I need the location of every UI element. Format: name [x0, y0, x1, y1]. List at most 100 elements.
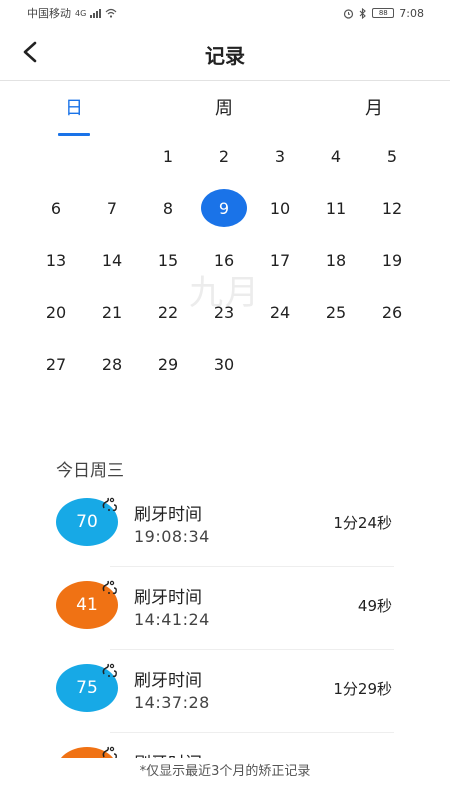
calendar-day-number: 18 [325, 250, 347, 270]
calendar-day-number: 14 [101, 250, 123, 270]
record-item[interactable]: 70 刷牙时间 19:08:34 1分24秒 [0, 484, 450, 567]
record-title: 刷牙时间 [134, 588, 202, 608]
calendar-day[interactable]: 28 [84, 338, 140, 390]
calendar-day-number: 22 [157, 302, 179, 322]
calendar-grid: 1 2 3 4 5 6 7 8 9 10 11 12 13 14 15 16 17 18 19 20 21 22 23 24 2… [28, 130, 420, 390]
calendar-day-number: 25 [325, 302, 347, 322]
tab-day-label: 日 [65, 98, 83, 119]
calendar-blank [84, 130, 140, 182]
calendar-day-number: 9 [201, 189, 247, 227]
calendar-day[interactable]: 2 [196, 130, 252, 182]
calendar-day[interactable]: 30 [196, 338, 252, 390]
clock-label: 7:08 [399, 6, 424, 20]
toothbrush-bubbles-icon [102, 497, 117, 512]
calendar-day[interactable]: 26 [364, 286, 420, 338]
calendar-day-number: 2 [218, 146, 230, 166]
calendar-day-number: 15 [157, 250, 179, 270]
alarm-icon [344, 8, 354, 19]
record-duration: 49秒 [357, 597, 392, 615]
bluetooth-icon [359, 7, 367, 19]
calendar-blank [28, 130, 84, 182]
toothbrush-bubbles-icon [102, 663, 117, 678]
status-left: 中国移动 4G [27, 5, 117, 21]
record-item[interactable]: 41 刷牙时间 14:41:24 49秒 [0, 567, 450, 650]
calendar-day[interactable]: 23 [196, 286, 252, 338]
calendar-day-number: 24 [269, 302, 291, 322]
section-title: 今日周三 [56, 461, 124, 481]
calendar-day[interactable]: 21 [84, 286, 140, 338]
calendar-day-number: 21 [101, 302, 123, 322]
status-bar: 中国移动 4G 88 7:08 [0, 0, 450, 26]
calendar-day-number: 29 [157, 354, 179, 374]
record-item[interactable]: 刷牙时间 [0, 733, 450, 758]
network-label: 4G [75, 8, 87, 18]
calendar-day-number: 5 [386, 146, 398, 166]
footnote: *仅显示最近3个月的矫正记录 [139, 764, 311, 779]
record-item[interactable]: 75 刷牙时间 14:37:28 1分29秒 [0, 650, 450, 733]
calendar-day-number: 26 [381, 302, 403, 322]
calendar-day-number: 16 [213, 250, 235, 270]
calendar-day-number: 30 [213, 354, 235, 374]
record-time: 14:37:28 [134, 693, 210, 712]
calendar-day-number: 11 [325, 198, 347, 218]
calendar-day[interactable]: 19 [364, 234, 420, 286]
calendar-day[interactable]: 5 [364, 130, 420, 182]
calendar-day[interactable]: 13 [28, 234, 84, 286]
signal-icon [90, 8, 102, 18]
record-list: 70 刷牙时间 19:08:34 1分24秒 41 刷牙时间 14:41:24 … [0, 484, 450, 758]
calendar-day-number: 6 [50, 198, 62, 218]
battery-level: 88 [378, 9, 388, 17]
calendar-day-number: 17 [269, 250, 291, 270]
calendar-day[interactable]: 11 [308, 182, 364, 234]
calendar-day-number: 7 [106, 198, 118, 218]
calendar-day[interactable]: 7 [84, 182, 140, 234]
calendar-day[interactable]: 22 [140, 286, 196, 338]
toothbrush-bubbles-icon [102, 746, 117, 758]
calendar-day[interactable]: 16 [196, 234, 252, 286]
calendar-day-number: 28 [101, 354, 123, 374]
calendar-day[interactable]: 17 [252, 234, 308, 286]
calendar-day[interactable]: 25 [308, 286, 364, 338]
calendar-day[interactable]: 8 [140, 182, 196, 234]
tab-month-label: 月 [365, 98, 383, 119]
calendar-day[interactable]: 10 [252, 182, 308, 234]
calendar-day[interactable]: 3 [252, 130, 308, 182]
calendar-day-number: 13 [45, 250, 67, 270]
calendar-day[interactable]: 29 [140, 338, 196, 390]
tab-week-label: 周 [215, 98, 233, 119]
page-title: 记录 [205, 44, 245, 68]
calendar-day-number: 12 [381, 198, 403, 218]
calendar-day[interactable]: 20 [28, 286, 84, 338]
calendar-day-number: 10 [269, 198, 291, 218]
calendar-day-number: 8 [162, 198, 174, 218]
record-time: 14:41:24 [134, 610, 210, 629]
calendar-day[interactable]: 1 [140, 130, 196, 182]
record-title: 刷牙时间 [134, 671, 202, 691]
score-value: 75 [76, 678, 98, 698]
calendar-day[interactable]: 27 [28, 338, 84, 390]
app-header: 记录 [0, 26, 450, 81]
carrier-label: 中国移动 [27, 7, 71, 20]
record-duration: 1分29秒 [333, 680, 392, 698]
wifi-icon [105, 8, 117, 18]
calendar-day[interactable]: 15 [140, 234, 196, 286]
toothbrush-bubbles-icon [102, 580, 117, 595]
record-duration: 1分24秒 [333, 514, 392, 532]
calendar-day-number: 20 [45, 302, 67, 322]
calendar-day-number: 3 [274, 146, 286, 166]
calendar-day-number: 27 [45, 354, 67, 374]
calendar-day-number: 1 [162, 146, 174, 166]
calendar-day[interactable]: 24 [252, 286, 308, 338]
calendar-day-number: 4 [330, 146, 342, 166]
calendar-day-selected[interactable]: 9 [196, 182, 252, 234]
calendar-day[interactable]: 18 [308, 234, 364, 286]
calendar-day[interactable]: 14 [84, 234, 140, 286]
battery-icon: 88 [372, 8, 395, 18]
calendar-day-number: 23 [213, 302, 235, 322]
calendar-day[interactable]: 6 [28, 182, 84, 234]
record-title: 刷牙时间 [134, 505, 202, 525]
record-time: 19:08:34 [134, 527, 210, 546]
calendar-day[interactable]: 4 [308, 130, 364, 182]
record-title: 刷牙时间 [134, 749, 202, 758]
calendar-day[interactable]: 12 [364, 182, 420, 234]
